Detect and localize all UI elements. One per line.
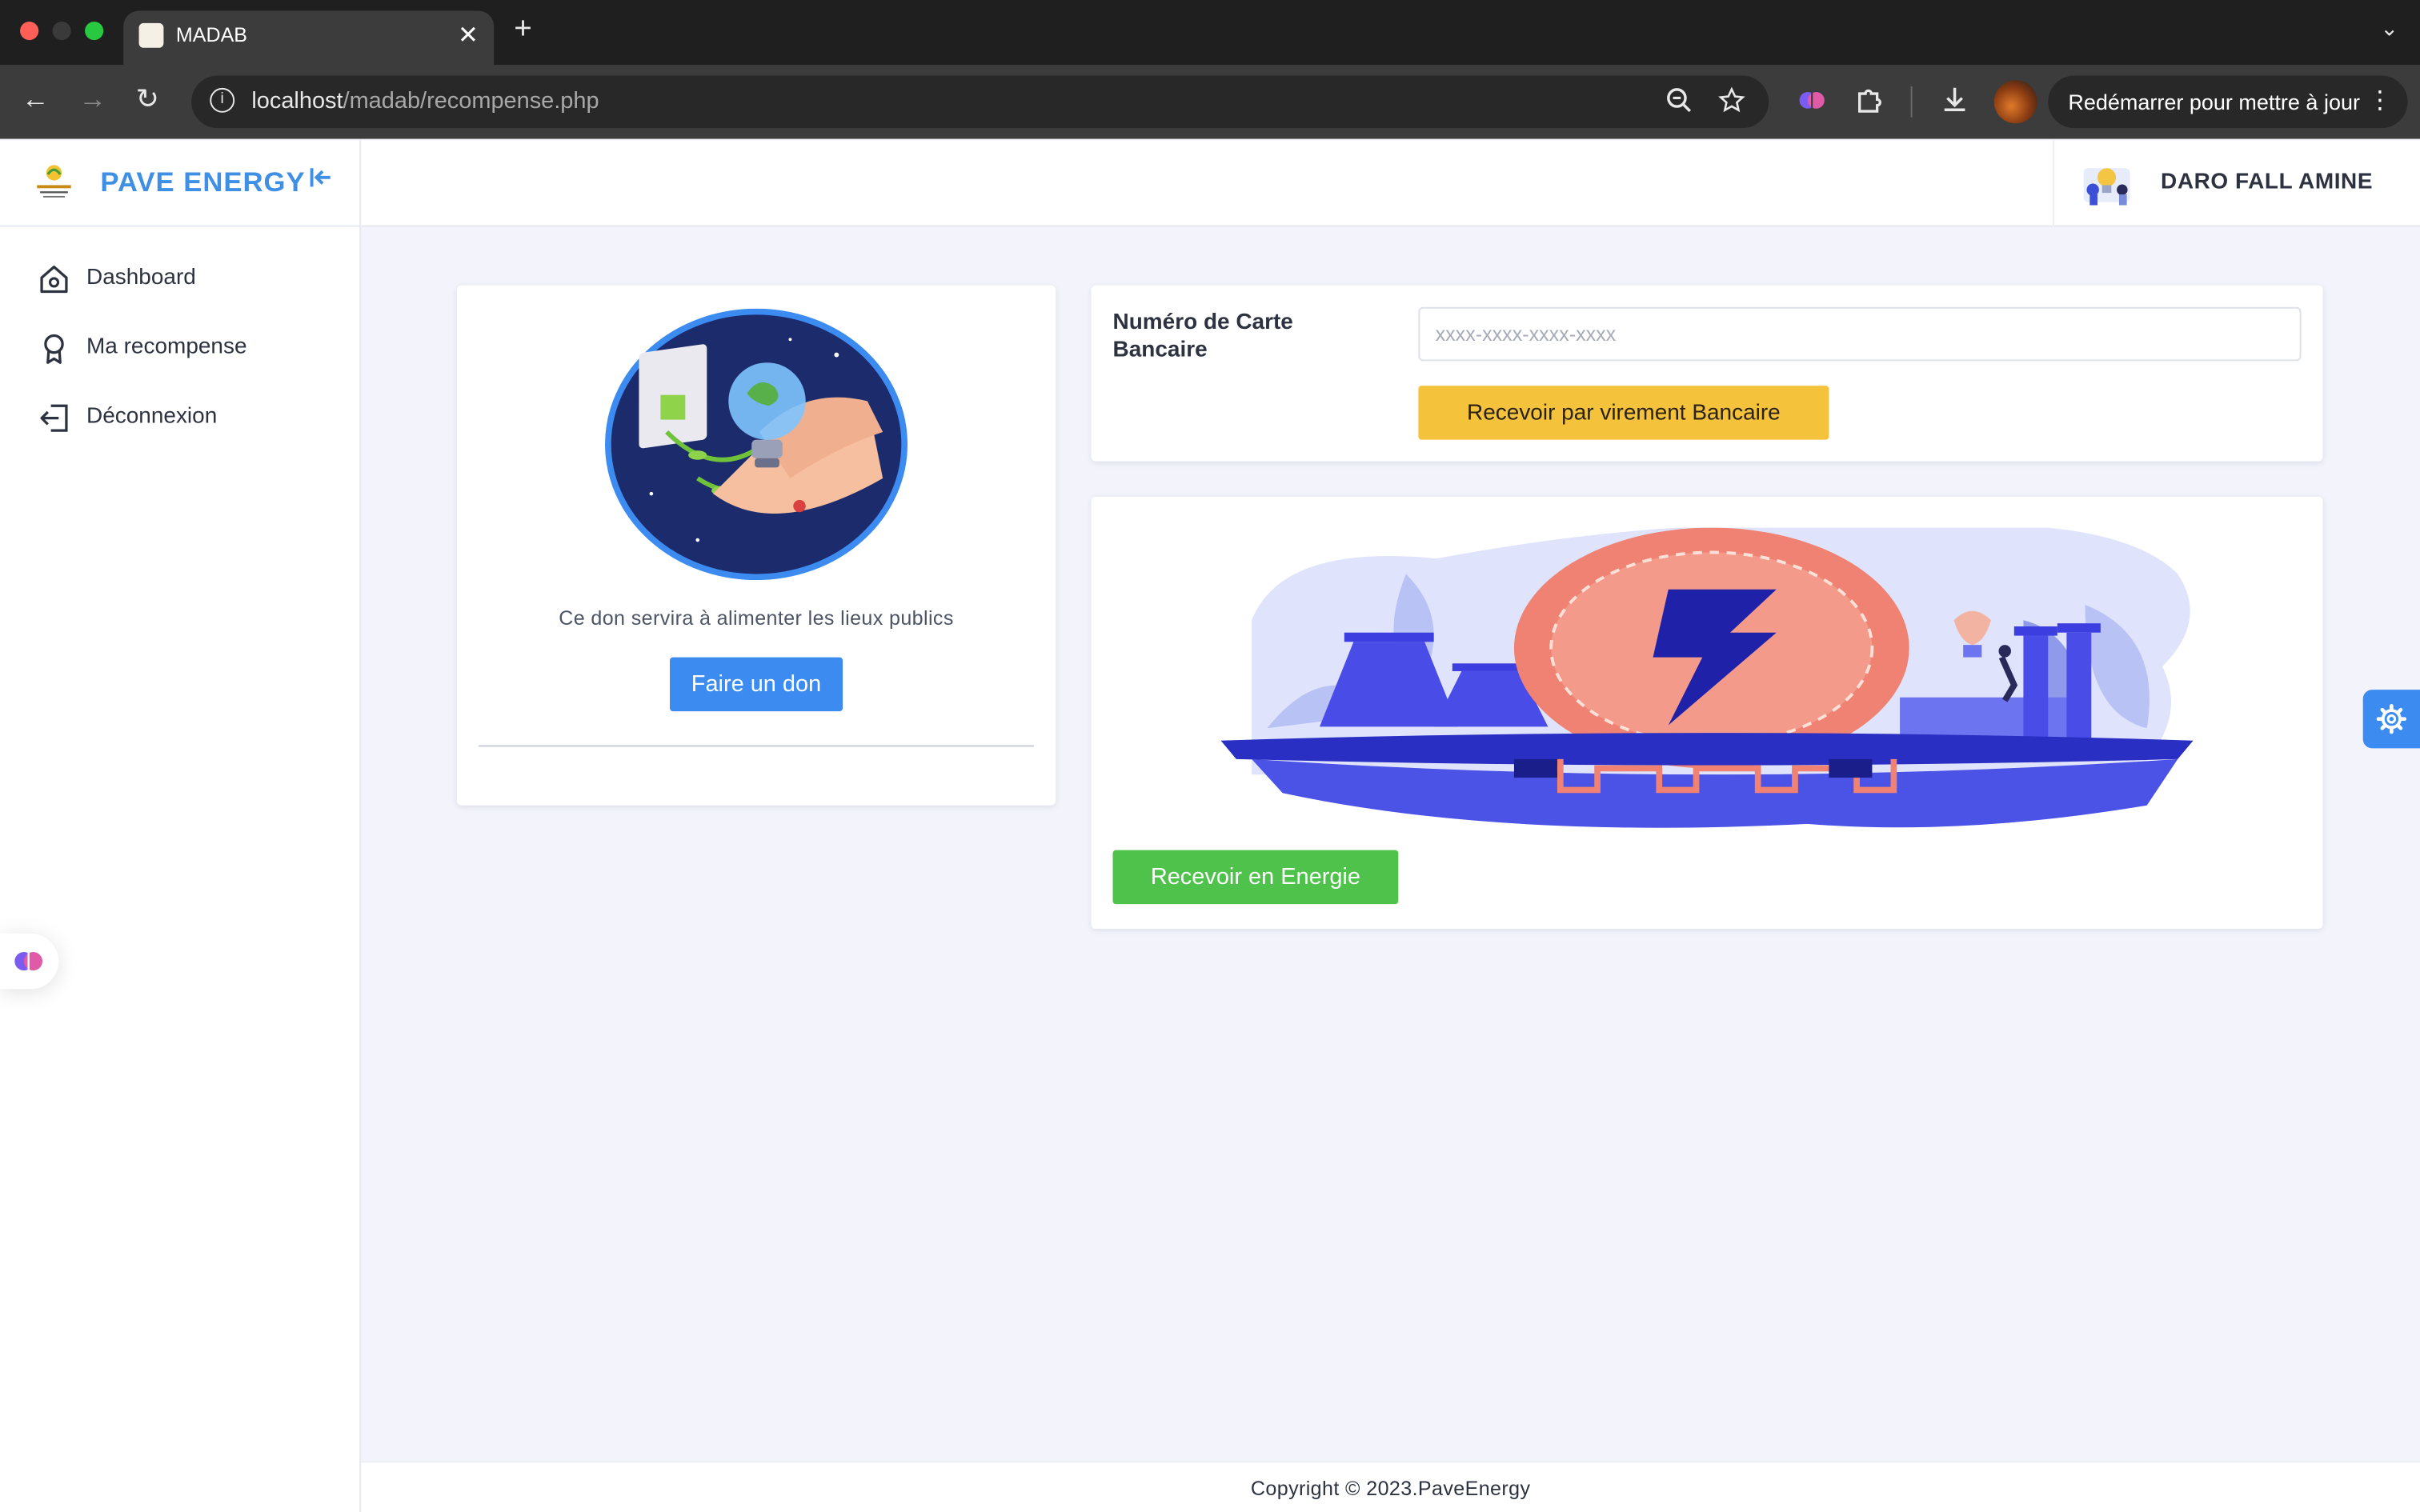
- brain-icon: [14, 951, 43, 971]
- footer: Copyright © 2023.PaveEnergy: [361, 1461, 2420, 1512]
- tab-search-chevron-icon[interactable]: ⌄: [2380, 15, 2398, 42]
- minimize-window-button[interactable]: [52, 22, 71, 41]
- energy-button[interactable]: Recevoir en Energie: [1112, 850, 1399, 905]
- donation-description: Ce don servira à alimenter les lieux pub…: [559, 606, 954, 630]
- user-divider: [2053, 140, 2054, 227]
- restart-update-button[interactable]: Redémarrer pour mettre à jour ⋮: [2048, 75, 2408, 129]
- restart-update-label: Redémarrer pour mettre à jour: [2068, 89, 2360, 114]
- donation-card: Ce don servira à alimenter les lieux pub…: [456, 285, 1056, 806]
- brand-logo-icon: [37, 165, 71, 198]
- donation-illustration: [605, 308, 908, 581]
- browser-tabstrip: MADAB ✕ + ⌄: [0, 0, 2420, 66]
- extensions-puzzle-icon[interactable]: [1855, 85, 1885, 122]
- tab-favicon-icon: [138, 22, 164, 48]
- forward-button[interactable]: →: [78, 83, 106, 116]
- user-name[interactable]: DARO FALL AMINE: [2161, 170, 2373, 194]
- award-icon: [44, 334, 64, 364]
- user-avatar[interactable]: [2077, 159, 2136, 209]
- close-window-button[interactable]: [20, 22, 39, 41]
- zoom-icon[interactable]: [1665, 86, 1693, 122]
- sidebar-item-deconnexion[interactable]: Déconnexion: [37, 395, 346, 442]
- brand-name[interactable]: PAVE ENERGY: [100, 166, 305, 199]
- brain-extension-icon[interactable]: [1798, 86, 1826, 122]
- sidebar-item-recompense[interactable]: Ma recompense: [37, 326, 346, 372]
- toolbar-divider: [1910, 86, 1913, 118]
- card-divider: [478, 745, 1035, 747]
- site-info-icon[interactable]: i: [210, 87, 235, 113]
- settings-button[interactable]: [2362, 690, 2420, 749]
- sidebar-item-label: Déconnexion: [86, 404, 218, 430]
- back-button[interactable]: ←: [22, 83, 50, 116]
- logout-icon: [40, 404, 68, 432]
- sidebar-item-label: Dashboard: [86, 265, 196, 290]
- home-icon: [40, 266, 68, 294]
- card-number-input[interactable]: [1418, 306, 2302, 362]
- app-topbar: DARO FALL AMINE: [361, 140, 2420, 227]
- copyright-text: Copyright © 2023.PaveEnergy: [1250, 1476, 1531, 1500]
- energy-illustration: [1220, 527, 2194, 828]
- sidebar-item-label: Ma recompense: [86, 334, 247, 360]
- browser-toolbar: ← → ↻ i localhost/madab/recompense.php R…: [0, 65, 2420, 139]
- card-number-label: Numéro de Carte Bancaire: [1112, 310, 1293, 363]
- sidebar: PAVE ENERGY Dashboard Ma recompense Déco…: [0, 140, 362, 1512]
- profile-avatar[interactable]: [1993, 80, 2037, 124]
- browser-tab[interactable]: MADAB ✕: [123, 10, 495, 66]
- donate-button[interactable]: Faire un don: [670, 657, 843, 712]
- new-tab-button[interactable]: +: [514, 12, 532, 47]
- collapse-sidebar-icon[interactable]: [309, 165, 334, 198]
- zoom-window-button[interactable]: [85, 22, 104, 41]
- bank-transfer-button[interactable]: Recevoir par virement Bancaire: [1418, 386, 1829, 440]
- brand-header: PAVE ENERGY: [0, 141, 362, 227]
- tab-title: MADAB: [175, 22, 248, 46]
- energy-card: Recevoir en Energie: [1091, 497, 2323, 930]
- download-icon[interactable]: [1940, 85, 1969, 122]
- browser-menu-icon[interactable]: ⋮: [2367, 85, 2392, 116]
- tab-close-icon[interactable]: ✕: [458, 20, 479, 51]
- gear-icon: [2376, 704, 2407, 734]
- bookmark-star-icon[interactable]: [1718, 86, 1746, 122]
- floating-assistant-button[interactable]: [0, 933, 59, 990]
- reload-button[interactable]: ↻: [136, 83, 159, 116]
- sidebar-item-dashboard[interactable]: Dashboard: [37, 256, 346, 302]
- address-bar[interactable]: i localhost/madab/recompense.php: [191, 75, 1769, 129]
- bank-transfer-card: Numéro de Carte Bancaire Recevoir par vi…: [1091, 285, 2323, 462]
- url-text[interactable]: localhost/madab/recompense.php: [251, 88, 599, 114]
